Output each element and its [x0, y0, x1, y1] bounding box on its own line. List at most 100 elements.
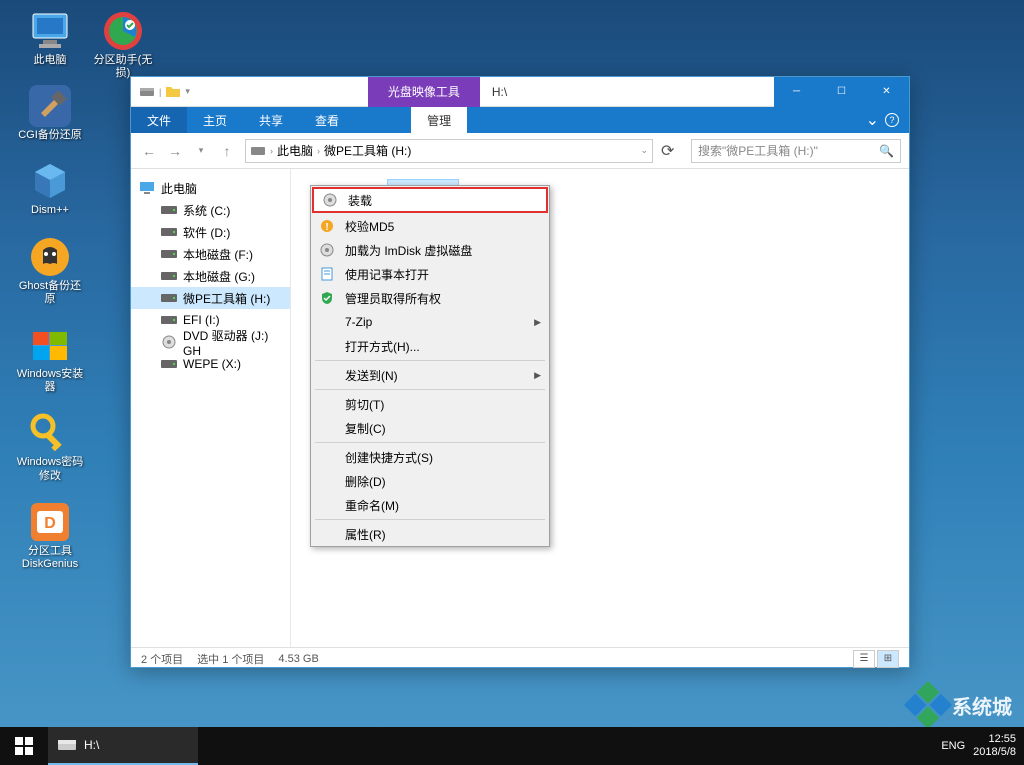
- drive-icon: [58, 738, 76, 752]
- view-details-button[interactable]: ☰: [853, 650, 875, 668]
- tab-view[interactable]: 查看: [299, 107, 355, 133]
- tray-date: 2018/5/8: [973, 746, 1016, 759]
- ctx-separator: [315, 360, 545, 361]
- drive-icon: [161, 314, 177, 326]
- ctx-shortcut[interactable]: 创建快捷方式(S): [311, 445, 549, 469]
- watermark: 系统城: [910, 687, 1012, 723]
- ctx-admin[interactable]: 管理员取得所有权: [311, 286, 549, 310]
- start-button[interactable]: [0, 727, 48, 765]
- ctx-label: 删除(D): [345, 473, 386, 490]
- breadcrumb-sep: ›: [317, 146, 320, 156]
- tree-drive-c[interactable]: 系统 (C:): [131, 199, 290, 221]
- desktop-icon-label: Windows安装器: [15, 368, 85, 394]
- windows-icon: [15, 737, 33, 755]
- search-icon: 🔍: [879, 144, 894, 158]
- ctx-mount[interactable]: 装载: [312, 187, 548, 213]
- search-box[interactable]: 搜索"微PE工具箱 (H:)" 🔍: [691, 139, 901, 163]
- maximize-button[interactable]: ☐: [819, 77, 864, 107]
- tray-lang[interactable]: ENG: [941, 740, 965, 752]
- ctx-label: 管理员取得所有权: [345, 290, 441, 307]
- tree-dvd-j[interactable]: DVD 驱动器 (J:) GH: [131, 331, 290, 353]
- ctx-sendto[interactable]: 发送到(N)▶: [311, 363, 549, 387]
- refresh-button[interactable]: ⟳: [661, 141, 683, 161]
- drive-icon: [139, 84, 155, 100]
- ctx-notepad[interactable]: 使用记事本打开: [311, 262, 549, 286]
- desktop-icon-diskgenius[interactable]: D 分区工具DiskGenius: [15, 501, 85, 571]
- desktop-icon-win-installer[interactable]: Windows安装器: [15, 324, 85, 394]
- desktop-icon-cgi-backup[interactable]: CGI备份还原: [15, 85, 85, 142]
- nav-forward[interactable]: →: [165, 141, 185, 161]
- pc-icon: [139, 181, 155, 195]
- nav-up[interactable]: ↑: [217, 141, 237, 161]
- ctx-label: 创建快捷方式(S): [345, 449, 433, 466]
- pc-icon: [29, 12, 71, 50]
- drive-icon: [161, 248, 177, 260]
- desktop-icon-dism[interactable]: Dism++: [15, 160, 85, 217]
- ctx-label: 加载为 ImDisk 虚拟磁盘: [345, 242, 472, 259]
- desktop-icons-column-1: 此电脑 CGI备份还原 Dism++ Ghost备份还原 Windows安装器 …: [15, 10, 85, 571]
- ribbon-tabs: 文件 主页 共享 查看 管理 ⌄ ?: [131, 107, 909, 133]
- ctx-separator: [315, 389, 545, 390]
- ctx-7zip[interactable]: 7-Zip▶: [311, 310, 549, 334]
- desktop-icon-partition-assist[interactable]: 分区助手(无损): [88, 10, 158, 80]
- ctx-md5[interactable]: ! 校验MD5: [311, 214, 549, 238]
- search-placeholder: 搜索"微PE工具箱 (H:)": [698, 142, 818, 159]
- address-dropdown[interactable]: ⌄: [640, 145, 648, 156]
- minimize-button[interactable]: ─: [774, 77, 819, 107]
- ctx-imdisk[interactable]: 加载为 ImDisk 虚拟磁盘: [311, 238, 549, 262]
- nav-back[interactable]: ←: [139, 141, 159, 161]
- ghost-icon: [29, 236, 71, 278]
- desktop-icon-win-password[interactable]: Windows密码修改: [15, 412, 85, 482]
- tab-file[interactable]: 文件: [131, 107, 187, 133]
- tree-drive-f[interactable]: 本地磁盘 (F:): [131, 243, 290, 265]
- tab-home[interactable]: 主页: [187, 107, 243, 133]
- tree-label: 本地磁盘 (F:): [183, 246, 253, 263]
- title-tool-section: 光盘映像工具: [368, 77, 480, 107]
- quick-access-toolbar: | ▾: [131, 84, 198, 100]
- ctx-label: 使用记事本打开: [345, 266, 429, 283]
- qat-dropdown[interactable]: ▾: [185, 86, 190, 97]
- disc-icon: [320, 243, 334, 257]
- drive-icon: [161, 204, 177, 216]
- view-icons-button[interactable]: ⊞: [877, 650, 899, 668]
- tree-label: 微PE工具箱 (H:): [183, 290, 270, 307]
- context-menu: 装载 ! 校验MD5 加载为 ImDisk 虚拟磁盘 使用记事本打开 管理员取得所…: [310, 185, 550, 547]
- taskbar-item-explorer[interactable]: H:\: [48, 727, 198, 765]
- address-bar[interactable]: › 此电脑 › 微PE工具箱 (H:) ⌄: [245, 139, 653, 163]
- desktop-icon-this-pc[interactable]: 此电脑: [15, 10, 85, 67]
- drive-icon: [161, 358, 177, 370]
- ctx-rename[interactable]: 重命名(M): [311, 493, 549, 517]
- close-button[interactable]: ✕: [864, 77, 909, 107]
- qat-separator: |: [159, 87, 161, 97]
- ctx-cut[interactable]: 剪切(T): [311, 392, 549, 416]
- desktop-icon-label: 分区工具DiskGenius: [15, 545, 85, 571]
- tab-share[interactable]: 共享: [243, 107, 299, 133]
- svg-text:!: !: [325, 222, 328, 233]
- tree-label: 本地磁盘 (G:): [183, 268, 255, 285]
- status-selection: 选中 1 个项目: [197, 651, 264, 667]
- breadcrumb-current[interactable]: 微PE工具箱 (H:): [324, 142, 411, 159]
- tree-drive-g[interactable]: 本地磁盘 (G:): [131, 265, 290, 287]
- ctx-label: 校验MD5: [345, 218, 394, 235]
- ctx-copy[interactable]: 复制(C): [311, 416, 549, 440]
- titlebar[interactable]: | ▾ 光盘映像工具 H:\ ─ ☐ ✕: [131, 77, 909, 107]
- ctx-properties[interactable]: 属性(R): [311, 522, 549, 546]
- tree-this-pc[interactable]: 此电脑: [131, 177, 290, 199]
- ctx-label: 属性(R): [345, 526, 386, 543]
- ctx-label: 发送到(N): [345, 367, 398, 384]
- tree-label: WEPE (X:): [183, 357, 241, 371]
- folder-icon[interactable]: [165, 84, 181, 100]
- tree-drive-h[interactable]: 微PE工具箱 (H:): [131, 287, 290, 309]
- tray-clock[interactable]: 12:55 2018/5/8: [973, 733, 1016, 759]
- tree-drive-d[interactable]: 软件 (D:): [131, 221, 290, 243]
- notepad-icon: [320, 267, 334, 281]
- ribbon-expand[interactable]: ⌄ ?: [856, 107, 909, 133]
- breadcrumb-root[interactable]: 此电脑: [277, 142, 313, 159]
- ctx-openwith[interactable]: 打开方式(H)...: [311, 334, 549, 358]
- tab-manage[interactable]: 管理: [411, 107, 467, 133]
- ctx-delete[interactable]: 删除(D): [311, 469, 549, 493]
- breadcrumb-sep: ›: [270, 146, 273, 156]
- ctx-label: 7-Zip: [345, 315, 372, 329]
- nav-history[interactable]: ▾: [191, 141, 211, 161]
- desktop-icon-ghost[interactable]: Ghost备份还原: [15, 236, 85, 306]
